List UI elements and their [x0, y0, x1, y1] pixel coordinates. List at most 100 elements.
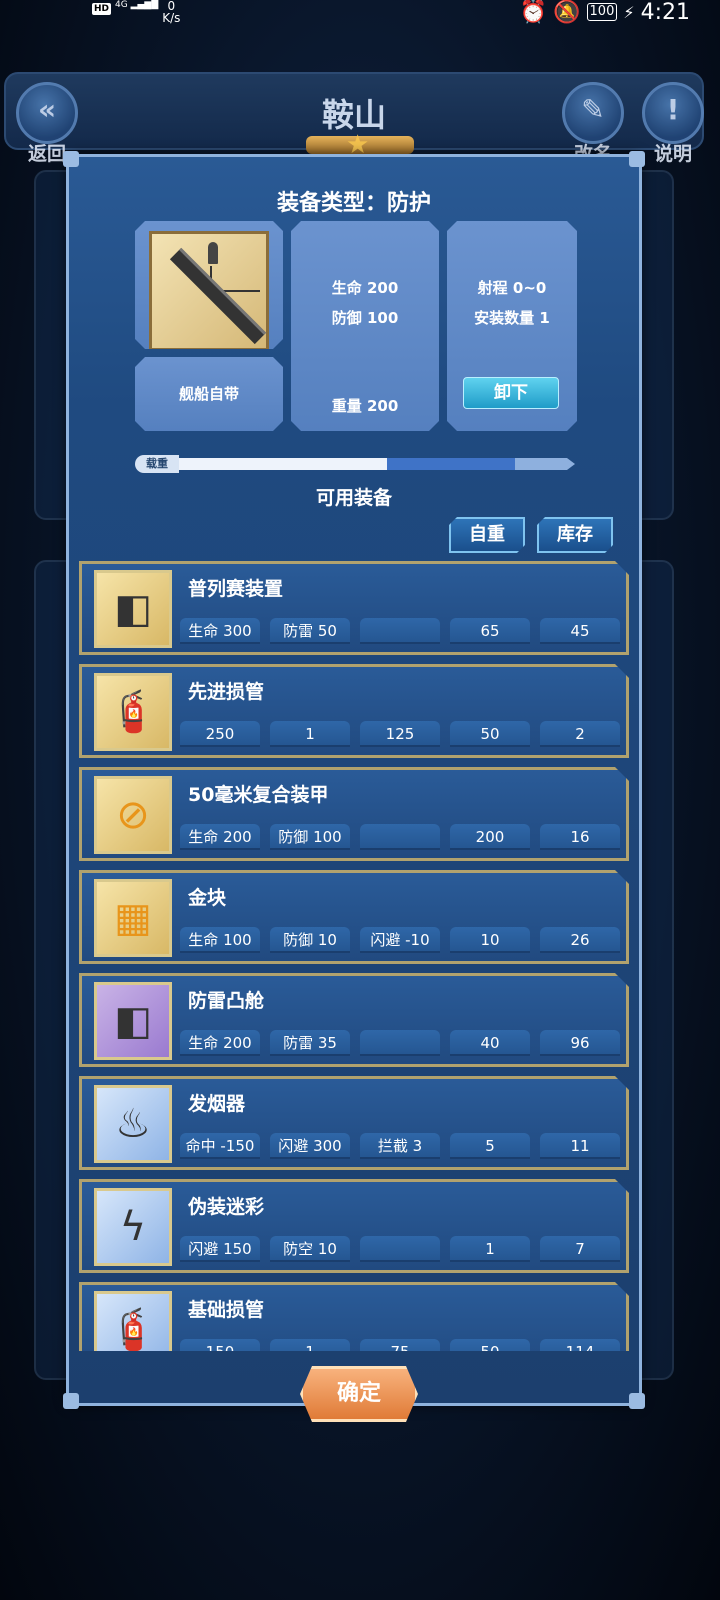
equipment-stats: 命中 -150 闪避 300 拦截 3 5 11 [180, 1133, 620, 1159]
torpedo-bulge-icon: ◧ [114, 586, 152, 632]
equipment-name: 防雷凸舱 [188, 990, 265, 1012]
equipment-thumbnail: ◧ [94, 570, 172, 648]
equipment-thumbnail: ϟ [94, 1188, 172, 1266]
frame-corner [63, 1393, 79, 1409]
star-rank-icon: ★ [306, 130, 414, 160]
edit-icon: ✎ [581, 93, 605, 126]
equipment-stat-cell: 5 [450, 1133, 530, 1159]
clock: 4:21 [640, 0, 690, 25]
equipment-list-item[interactable]: ▦ 金块 生命 100 防御 10 闪避 -10 10 26 [79, 870, 629, 964]
equipment-stat-cell: 闪避 -10 [360, 927, 440, 953]
equipment-list-item[interactable]: ♨ 发烟器 命中 -150 闪避 300 拦截 3 5 11 [79, 1076, 629, 1170]
help-button[interactable]: ! 说明 [642, 82, 704, 165]
equipment-thumbnail: ♨ [94, 1085, 172, 1163]
equipment-dialog: 装备类型：防护 舰船自带 生命 200 防御 100 重量 200 射程 0~0… [63, 151, 645, 1409]
current-equipment-icon-slot [135, 221, 283, 349]
equipment-name: 伪装迷彩 [188, 1196, 265, 1218]
equipment-thumbnail: ◧ [94, 982, 172, 1060]
load-label: 载重 [135, 455, 179, 473]
equipment-list-item[interactable]: 🧯 基础损管 150 1 75 50 114 [79, 1282, 629, 1351]
charging-icon: ⚡ [623, 2, 635, 22]
equipment-list-item[interactable]: ⊘ 50毫米复合装甲 生命 200 防御 100 200 16 [79, 767, 629, 861]
armor-plate-icon [149, 231, 269, 351]
hd-badge: HD [92, 3, 112, 15]
equipment-stat-cell: 防空 10 [270, 1236, 350, 1262]
equipment-stats: 生命 200 防御 100 200 16 [180, 824, 620, 850]
load-used-fill [175, 458, 387, 470]
equipment-stat-cell: 闪避 150 [180, 1236, 260, 1262]
equipment-stat-cell: 50 [450, 1339, 530, 1351]
rename-button[interactable]: ✎ 改名 [562, 82, 624, 165]
equipment-stat-cell: 40 [450, 1030, 530, 1056]
smoke-generator-icon: ♨ [115, 1101, 151, 1147]
equipment-thumbnail: ⊘ [94, 776, 172, 854]
equipment-stat-cell: 防雷 50 [270, 618, 350, 644]
equipment-stats: 闪避 150 防空 10 1 7 [180, 1236, 620, 1262]
equipment-stat-cell: 45 [540, 618, 620, 644]
load-added-fill [387, 458, 515, 470]
stat-hp: 生命 200 [331, 279, 399, 297]
equipment-stat-cell: 150 [180, 1339, 260, 1351]
equipment-stat-cell: 生命 200 [180, 824, 260, 850]
equipment-stat-cell [360, 1030, 440, 1056]
equipment-stats: 生命 200 防雷 35 40 96 [180, 1030, 620, 1056]
signal-icon: 4G ▂▄▆█ [115, 0, 159, 10]
equipment-stat-cell: 1 [270, 721, 350, 747]
stat-defense: 防御 100 [331, 309, 399, 327]
fire-extinguisher-icon: 🧯 [108, 689, 158, 735]
equipment-list[interactable]: ◧ 普列赛装置 生命 300 防雷 50 65 45 🧯 先进损管 250 1 125 50 2 ⊘ 50毫… [79, 561, 635, 1351]
equipment-stat-cell [360, 1236, 440, 1262]
stat-install-count: 安装数量 1 [474, 309, 550, 327]
confirm-button[interactable]: 确定 [300, 1366, 418, 1422]
equipment-stat-cell [360, 824, 440, 850]
equipment-list-item[interactable]: ◧ 普列赛装置 生命 300 防雷 50 65 45 [79, 561, 629, 655]
equipment-stat-cell: 7 [540, 1236, 620, 1262]
torpedo-bulge-icon: ◧ [114, 998, 152, 1044]
equipment-stats: 生命 300 防雷 50 65 45 [180, 618, 620, 644]
frame-corner [629, 151, 645, 167]
unequip-button[interactable]: 卸下 [463, 377, 559, 409]
equipment-stat-cell: 26 [540, 927, 620, 953]
equipment-stat-cell: 生命 200 [180, 1030, 260, 1056]
equipment-name: 金块 [188, 887, 227, 909]
equipment-stat-cell: 1 [450, 1236, 530, 1262]
sort-weight-button[interactable]: 自重 [449, 517, 525, 553]
frame-corner [63, 151, 79, 167]
equipment-list-item[interactable]: 🧯 先进损管 250 1 125 50 2 [79, 664, 629, 758]
equipment-name: 基础损管 [188, 1299, 265, 1321]
exclamation-icon: ! [666, 93, 680, 126]
top-bar: « 返回 鞍山 ★ ✎ 改名 ! 说明 [4, 72, 704, 165]
fire-extinguisher-icon: 🧯 [108, 1307, 158, 1351]
equipment-stat-cell: 闪避 300 [270, 1133, 350, 1159]
equipment-stat-cell: 1 [270, 1339, 350, 1351]
dialog-title: 装备类型：防护 [276, 191, 431, 216]
available-equipment-title: 可用装备 [315, 487, 392, 509]
equipment-stat-cell: 11 [540, 1133, 620, 1159]
equipment-stat-cell: 65 [450, 618, 530, 644]
equipment-name: 发烟器 [188, 1093, 246, 1115]
equipment-stat-cell: 2 [540, 721, 620, 747]
equipment-list-item[interactable]: ◧ 防雷凸舱生命 200 防雷 35 40 96 [79, 973, 629, 1067]
stat-weight: 重量 200 [331, 397, 399, 415]
current-equipment-info: 射程 0~0 安装数量 1 卸下 [447, 221, 577, 431]
equipment-list-item[interactable]: ϟ 伪装迷彩闪避 150 防空 10 1 7 [79, 1179, 629, 1273]
equipment-stat-cell: 防御 100 [270, 824, 350, 850]
equipment-thumbnail: 🧯 [94, 673, 172, 751]
equipment-stat-cell: 命中 -150 [180, 1133, 260, 1159]
camouflage-icon: ϟ [119, 1204, 147, 1250]
sort-stock-button[interactable]: 库存 [537, 517, 613, 553]
load-capacity-bar: 载重 [135, 455, 575, 473]
armor-plate-icon: ⊘ [116, 792, 150, 838]
equipment-stat-cell: 50 [450, 721, 530, 747]
equipment-name: 先进损管 [188, 681, 265, 703]
equipment-name: 50毫米复合装甲 [188, 784, 329, 806]
equipment-thumbnail: ▦ [94, 879, 172, 957]
equipment-stat-cell: 生命 100 [180, 927, 260, 953]
equipment-stats: 250 1 125 50 2 [180, 721, 620, 747]
equipment-stat-cell: 防御 10 [270, 927, 350, 953]
current-equipment-name-slot: 舰船自带 [135, 357, 283, 431]
alarm-icon: ⏰ [519, 0, 548, 25]
current-equipment-stats: 生命 200 防御 100 重量 200 [291, 221, 439, 431]
status-bar: HD 4G ▂▄▆█ 0 K/s ⏰ 🔕 100 ⚡ 4:21 [0, 0, 720, 30]
equipment-stat-cell: 75 [360, 1339, 440, 1351]
